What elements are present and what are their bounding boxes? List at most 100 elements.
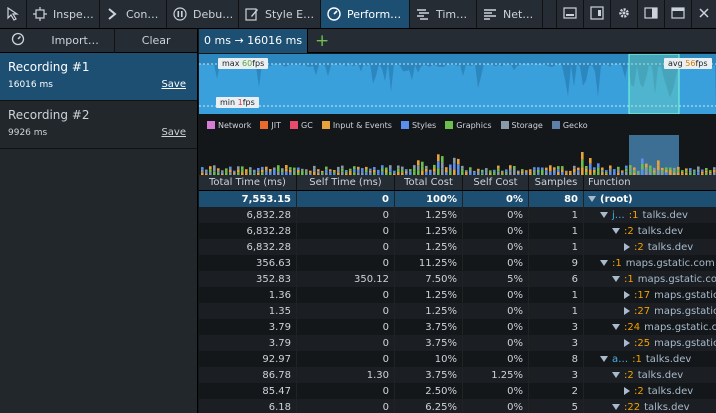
range-selection-label[interactable]: 0 ms → 16016 ms [199, 28, 309, 53]
expanded-arrow-icon[interactable] [612, 372, 620, 378]
column-total-cost[interactable]: Total Cost [395, 175, 463, 190]
function-resource: (root) [600, 193, 633, 205]
expanded-arrow-icon[interactable] [612, 276, 620, 282]
call-tree-row[interactable]: 6,832.28 0 1.25% 0% 1:2 talks.dev [199, 239, 716, 255]
marker-tick [537, 167, 540, 170]
expanded-arrow-icon[interactable] [600, 212, 608, 218]
marker-tick [661, 170, 664, 173]
column-function[interactable]: Function [584, 175, 716, 190]
marker-tick [373, 167, 376, 170]
column-total-time[interactable]: Total Time (ms) [199, 175, 297, 190]
tab-network[interactable]: Net… [477, 0, 543, 28]
call-tree-row[interactable]: 86.78 1.30 3.75% 1.25% 3:2 talks.dev [199, 367, 716, 383]
tab-style-editor[interactable]: Style E… [239, 0, 321, 28]
marker-tick [589, 163, 592, 170]
close-toolbox-button[interactable] [691, 0, 716, 28]
call-tree-row[interactable]: 1.3601.25%0%1:17maps.gstatic.com [199, 287, 716, 303]
marker-tick [377, 171, 380, 174]
call-tree-row[interactable]: 6.18 0 6.25% 0% 5:22 talks.dev [199, 399, 716, 413]
function-line: :1 [612, 257, 622, 269]
marker-tick [413, 165, 416, 169]
tab-performance[interactable]: Perform… [321, 0, 410, 28]
expanded-arrow-icon[interactable] [612, 404, 620, 410]
marker-tick [593, 167, 596, 170]
tab-console[interactable]: Con… [100, 0, 167, 28]
collapsed-arrow-icon[interactable] [624, 307, 630, 315]
call-tree-row[interactable]: 6,832.28 0 1.25% 0% 1 j…:1 talks.dev [199, 207, 716, 223]
legend-label: GC [301, 120, 313, 130]
clear-button[interactable]: Clear [115, 29, 197, 53]
add-range-button[interactable]: + [308, 29, 336, 53]
collapsed-arrow-icon[interactable] [624, 243, 630, 251]
tab-timeline[interactable]: Tim… [410, 0, 477, 28]
collapsed-arrow-icon[interactable] [624, 339, 630, 347]
call-tree-row[interactable]: 356.63 0 11.25% 0% 9:1 maps.gstatic.com [199, 255, 716, 271]
marker-tick [617, 169, 620, 173]
cell-self: 0 [297, 239, 395, 255]
marker-tick [293, 170, 296, 173]
tab-inspector[interactable]: Inspe… [27, 0, 100, 28]
split-console-button[interactable] [556, 0, 583, 28]
function-line: :17 [634, 289, 651, 301]
cell-self: 0 [297, 319, 395, 335]
cell-total: 3.79 [199, 319, 297, 335]
marker-tick [589, 158, 592, 164]
tab-pick-element[interactable] [0, 0, 27, 28]
dock-side-button[interactable] [637, 0, 664, 28]
column-self-time[interactable]: Self Time (ms) [297, 175, 395, 190]
call-tree-row[interactable]: 352.83350.127.50%5%6:1maps.gstatic.com [199, 271, 716, 287]
collapsed-arrow-icon[interactable] [624, 291, 630, 299]
tab-label: Inspe… [53, 7, 94, 21]
responsive-mode-button[interactable] [583, 0, 610, 28]
column-samples[interactable]: Samples [529, 175, 584, 190]
marker-tick [209, 166, 212, 170]
collapsed-arrow-icon[interactable] [624, 387, 630, 395]
import-button[interactable]: Import… [36, 28, 116, 53]
cell-scost: 1.25% [463, 367, 529, 383]
recording-item[interactable]: Recording #2 9926 ms Save [0, 101, 197, 149]
marker-tick [609, 165, 612, 169]
call-tree-row[interactable]: 7,553.15 0 100% 0% 80 (root) [199, 191, 716, 207]
record-button[interactable] [0, 29, 36, 53]
recording-item[interactable]: Recording #1 16016 ms Save [0, 53, 197, 101]
expanded-arrow-icon[interactable] [600, 260, 608, 266]
marker-tick [301, 170, 304, 173]
expanded-arrow-icon[interactable] [588, 196, 596, 202]
marker-tick [573, 165, 576, 169]
fps-graph[interactable]: max 60fps min 1fps avg 56fps [199, 54, 716, 114]
call-tree-row[interactable]: 6,832.28 0 1.25% 0% 1:2 talks.dev [199, 223, 716, 239]
save-link[interactable]: Save [161, 127, 186, 138]
call-tree-row[interactable]: 92.97 0 10% 0% 8 a…:1 talks.dev [199, 351, 716, 367]
marker-tick [317, 169, 320, 172]
cell-total: 85.47 [199, 383, 297, 399]
expanded-arrow-icon[interactable] [612, 324, 620, 330]
performance-main: 0 ms → 16016 ms + max 60fps min 1fps avg… [199, 28, 716, 413]
cell-samples: 3 [529, 367, 584, 383]
undock-button[interactable] [664, 0, 691, 28]
marker-tick [633, 169, 636, 173]
cell-tcost: 3.75% [395, 335, 463, 351]
marker-tick [221, 170, 224, 172]
expanded-arrow-icon[interactable] [612, 228, 620, 234]
markers-overview[interactable] [199, 135, 716, 175]
marker-tick [249, 167, 252, 170]
marker-tick [429, 171, 432, 174]
marker-tick [541, 167, 544, 170]
call-tree-row[interactable]: 85.47 0 2.50% 0% 2:2 talks.dev [199, 383, 716, 399]
expanded-arrow-icon[interactable] [600, 356, 608, 362]
marker-tick [465, 170, 468, 172]
cell-tcost: 1.25% [395, 223, 463, 239]
marker-tick [697, 166, 700, 170]
call-tree-row[interactable]: 1.3501.25%0%1:27maps.gstatic.com [199, 303, 716, 319]
marker-tick [661, 167, 664, 171]
marker-tick [449, 168, 452, 172]
call-tree-row[interactable]: 3.7903.75%0%3:25maps.gstatic.com [199, 335, 716, 351]
column-self-cost[interactable]: Self Cost [463, 175, 529, 190]
marker-tick [309, 172, 312, 174]
call-tree-row[interactable]: 3.7903.75%0%3:24maps.gstatic.com [199, 319, 716, 335]
settings-button[interactable] [610, 0, 637, 28]
marker-tick [605, 171, 608, 174]
save-link[interactable]: Save [161, 79, 186, 90]
marker-tick [445, 169, 448, 173]
tab-debugger[interactable]: Debu… [167, 0, 239, 28]
